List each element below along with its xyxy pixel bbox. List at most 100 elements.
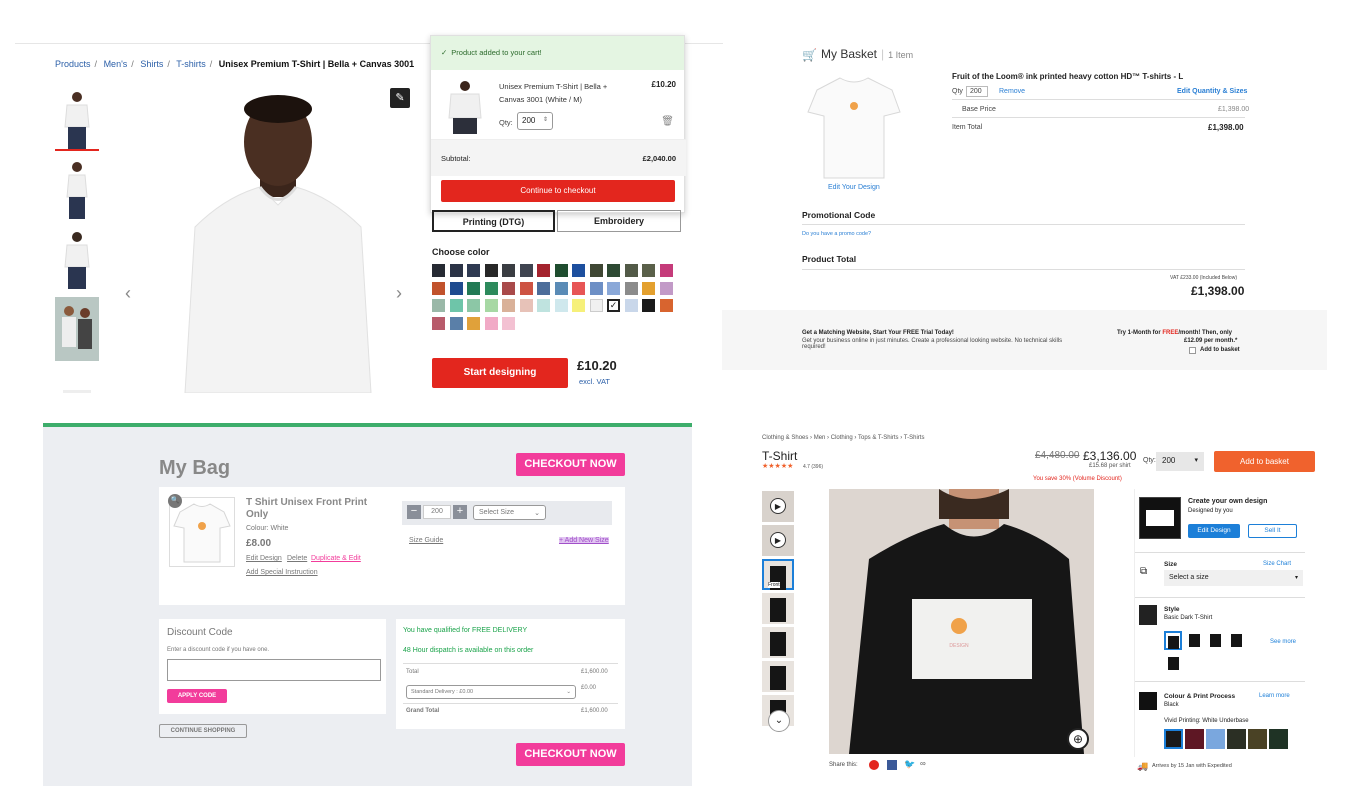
qty-input[interactable]: 200 ⇕ <box>517 112 553 130</box>
color-swatch[interactable] <box>432 316 445 330</box>
video-thumbnail[interactable]: ▶ <box>762 491 794 522</box>
color-swatch[interactable] <box>572 299 585 312</box>
color-swatch[interactable] <box>572 264 585 277</box>
color-swatch[interactable] <box>502 299 515 312</box>
style-option[interactable] <box>1164 654 1182 673</box>
checkout-now-button-top[interactable]: CHECKOUT NOW <box>516 453 625 476</box>
add-website-checkbox[interactable] <box>1189 347 1196 354</box>
zoom-in-icon[interactable]: ⊕ <box>1067 728 1089 750</box>
plus-icon[interactable]: + <box>453 505 467 519</box>
design-thumbnail[interactable] <box>1139 497 1181 539</box>
color-swatch[interactable] <box>572 281 585 295</box>
remove-link[interactable]: Remove <box>999 88 1025 95</box>
zoom-icon[interactable]: 🔍 <box>168 494 182 508</box>
breadcrumb-tshirts[interactable]: T-Shirts <box>904 435 925 441</box>
color-swatch[interactable] <box>519 264 533 277</box>
color-swatch[interactable] <box>449 299 463 312</box>
color-swatch[interactable] <box>449 264 463 277</box>
color-swatch[interactable] <box>624 299 638 312</box>
color-swatch[interactable] <box>484 316 498 330</box>
thumbnail-couple[interactable] <box>55 297 99 361</box>
style-option[interactable] <box>1227 631 1245 650</box>
color-swatch[interactable] <box>624 264 638 277</box>
color-swatch[interactable] <box>589 281 603 295</box>
color-swatch[interactable] <box>554 264 568 277</box>
twitter-icon[interactable]: 🐦 <box>904 759 915 770</box>
color-swatch[interactable] <box>642 264 655 277</box>
breadcrumb-tops[interactable]: Tops & T-Shirts <box>858 435 899 441</box>
color-swatch[interactable] <box>607 281 620 295</box>
add-new-size-link[interactable]: + Add New Size <box>559 537 609 544</box>
facebook-icon[interactable] <box>887 760 897 770</box>
color-swatch[interactable] <box>449 281 463 295</box>
tab-printing[interactable]: Printing (DTG) <box>432 210 555 232</box>
color-swatch[interactable] <box>467 281 480 295</box>
color-swatch[interactable] <box>432 264 445 277</box>
sell-it-button[interactable]: Sell It <box>1248 524 1297 538</box>
color-swatch[interactable] <box>624 281 638 295</box>
apply-code-button[interactable]: APPLY CODE <box>167 689 227 703</box>
video-thumbnail[interactable]: ▶ <box>762 525 794 556</box>
thumbnail-side[interactable] <box>55 157 99 221</box>
qty-input[interactable]: 200 <box>423 505 451 519</box>
color-swatch[interactable] <box>659 264 673 277</box>
thumbnail-front[interactable] <box>55 87 99 151</box>
colour-swatch[interactable] <box>1227 729 1246 749</box>
color-swatch[interactable] <box>642 299 655 312</box>
chevron-down-icon[interactable]: ⌄ <box>768 710 790 732</box>
edit-your-design-link[interactable]: Edit Your Design <box>828 184 880 191</box>
image-thumbnail[interactable] <box>762 593 794 624</box>
delivery-select[interactable]: Standard Delivery : £0.00 ⌄ <box>406 685 576 699</box>
thumbnail-back[interactable] <box>55 227 99 291</box>
color-swatch[interactable] <box>484 281 498 295</box>
edit-quantity-link[interactable]: Edit Quantity & Sizes <box>1177 88 1247 95</box>
color-swatch[interactable] <box>554 281 568 295</box>
color-swatch[interactable] <box>484 299 498 312</box>
color-swatch[interactable] <box>642 281 655 295</box>
discount-input[interactable] <box>167 659 381 681</box>
edit-design-link[interactable]: Edit Design <box>246 555 282 562</box>
add-to-basket-label[interactable]: Add to basket <box>1200 347 1240 353</box>
minus-icon[interactable]: − <box>407 505 421 519</box>
thumbnail-more[interactable] <box>55 367 99 393</box>
learn-more-link[interactable]: Learn more <box>1259 693 1290 699</box>
color-swatch[interactable] <box>537 264 550 277</box>
see-more-link[interactable]: See more <box>1270 639 1296 645</box>
special-instruction-link[interactable]: Add Special Instruction <box>246 569 318 576</box>
image-thumbnail[interactable]: Front <box>762 559 794 590</box>
start-designing-button[interactable]: Start designing <box>432 358 568 388</box>
color-swatch[interactable] <box>484 264 498 277</box>
checkout-now-button-bottom[interactable]: CHECKOUT NOW <box>516 743 625 766</box>
size-chart-link[interactable]: Size Chart <box>1263 561 1291 567</box>
link-icon[interactable]: ∞ <box>920 759 926 768</box>
image-thumbnail[interactable] <box>762 661 794 692</box>
color-swatch[interactable] <box>449 316 463 330</box>
color-swatch[interactable] <box>519 281 533 295</box>
color-swatch[interactable] <box>607 264 620 277</box>
continue-checkout-button[interactable]: Continue to checkout <box>441 180 675 202</box>
style-option[interactable] <box>1164 631 1182 650</box>
qty-input[interactable]: 200 <box>966 86 988 97</box>
color-swatch[interactable] <box>659 281 673 295</box>
basket-product-image[interactable] <box>802 70 907 180</box>
breadcrumb-tshirts[interactable]: T-shirts <box>176 59 206 69</box>
color-swatch[interactable] <box>659 299 673 312</box>
color-swatch[interactable] <box>502 316 515 330</box>
edit-design-button[interactable]: Edit Design <box>1188 524 1240 538</box>
bag-item-image[interactable] <box>169 497 235 567</box>
delete-link[interactable]: Delete <box>287 555 307 562</box>
color-swatch[interactable]: ✓ <box>607 299 620 312</box>
color-swatch[interactable] <box>467 316 480 330</box>
breadcrumb-men[interactable]: Men <box>814 435 826 441</box>
duplicate-edit-link[interactable]: Duplicate & Edit <box>311 555 361 562</box>
image-thumbnail[interactable] <box>762 627 794 658</box>
size-guide-link[interactable]: Size Guide <box>409 537 443 544</box>
color-swatch[interactable] <box>589 264 603 277</box>
breadcrumb-mens[interactable]: Men's <box>104 59 128 69</box>
style-option[interactable] <box>1185 631 1203 650</box>
colour-swatch[interactable] <box>1248 729 1267 749</box>
color-swatch[interactable] <box>432 281 445 295</box>
breadcrumb-shirts[interactable]: Shirts <box>140 59 163 69</box>
color-swatch[interactable] <box>467 264 480 277</box>
color-swatch[interactable] <box>519 299 533 312</box>
